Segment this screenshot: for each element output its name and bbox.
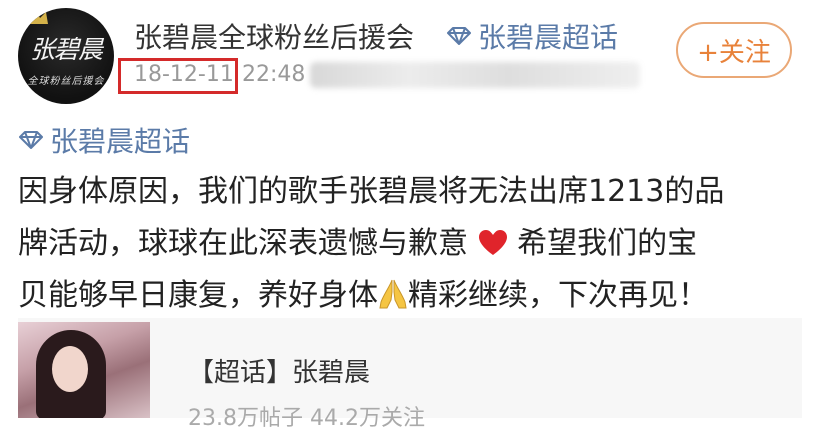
topic-card-thumbnail (18, 322, 150, 418)
post-line-2-end: 希望我们的宝 (507, 226, 698, 261)
header-topic-link[interactable]: 张碧晨超话 (446, 16, 618, 56)
topic-card-stats: 23.8万帖子 44.2万关注 (188, 406, 425, 431)
body-topic-label: 张碧晨超话 (50, 125, 191, 158)
diamond-icon (447, 27, 471, 45)
post-date: 18-12-11 (134, 62, 234, 87)
folded-hands-icon (379, 279, 407, 309)
post-time: 22:48 (242, 62, 306, 87)
post-body: 因身体原因，我们的歌手张碧晨将无法出席1213的品 牌活动，球球在此深表遗憾与歉… (18, 166, 798, 322)
topic-card[interactable]: 【超话】张碧晨 23.8万帖子 44.2万关注 (18, 318, 802, 431)
body-topic-link[interactable]: 张碧晨超话 (18, 120, 190, 160)
post-line-3-start: 贝能够早日康复，养好身体 (18, 278, 378, 313)
avatar-logo-text: 张碧晨 (29, 35, 103, 64)
heart-icon (478, 230, 507, 255)
topic-card-title: 【超话】张碧晨 (188, 358, 371, 388)
avatar-logo-subtext: 全球粉丝后援会 (27, 76, 105, 87)
post-line-3: 贝能够早日康复，养好身体 精彩继续，下次再见！ (18, 270, 798, 322)
blurred-source-text (310, 62, 640, 88)
header-topic-label: 张碧晨超话 (478, 21, 619, 54)
avatar[interactable]: 张碧晨 全球粉丝后援会 (18, 8, 114, 104)
post-line-1: 因身体原因，我们的歌手张碧晨将无法出席1213的品 (18, 174, 725, 209)
post-line-2: 牌活动，球球在此深表遗憾与歉意 希望我们的宝 (18, 218, 798, 270)
diamond-icon (19, 131, 43, 149)
post-line-2-start: 牌活动，球球在此深表遗憾与歉意 (18, 226, 478, 261)
username[interactable]: 张碧晨全球粉丝后援会 (134, 16, 414, 56)
crown-icon (24, 10, 48, 24)
post-line-3-end: 精彩继续，下次再见！ (408, 278, 708, 313)
follow-button[interactable]: +关注 (676, 22, 792, 78)
